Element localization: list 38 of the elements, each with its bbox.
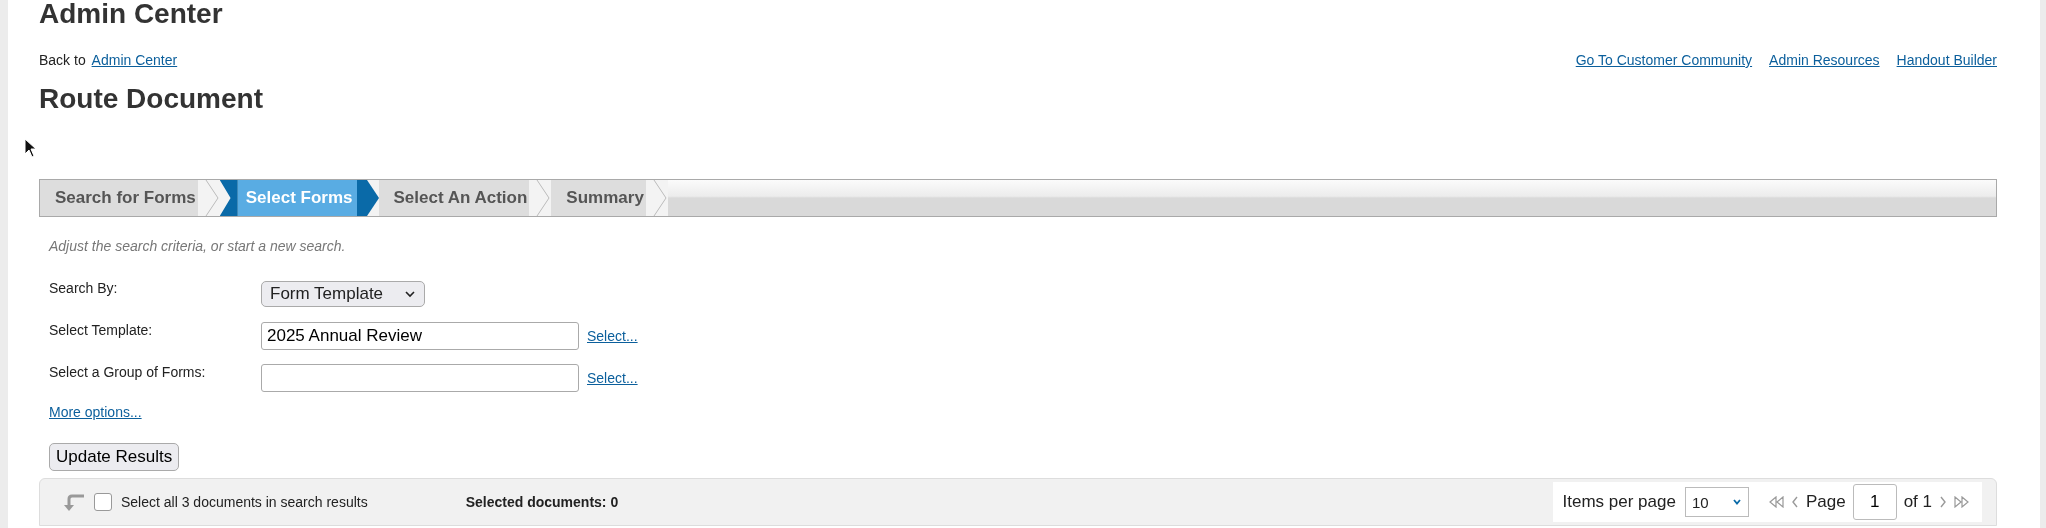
field-label: Search By: [48, 280, 119, 296]
page-heading: Admin Center [39, 0, 224, 30]
input-field[interactable] [261, 364, 579, 392]
select-all-label: Select all 3 documents in search results [121, 494, 368, 510]
items-per-page-dropdown[interactable]: 10 [1684, 487, 1749, 517]
header-link[interactable]: Handout Builder [1896, 52, 1997, 68]
field-label: Select Template: [48, 322, 154, 338]
items-per-page-label: Items per page [1562, 492, 1676, 512]
caret-icon [404, 290, 416, 298]
header-link[interactable]: Admin Resources [1769, 52, 1880, 68]
caret-icon [1731, 498, 1742, 506]
select-all-checkbox[interactable] [94, 493, 112, 511]
last-page-icon[interactable] [1954, 496, 1970, 508]
update-results-button[interactable]: Update Results [49, 443, 180, 471]
more-options-link[interactable]: More options... [49, 404, 142, 420]
chevron-icon [356, 180, 379, 216]
mouse-pointer-icon [24, 138, 38, 158]
wizard-step[interactable]: Search for Forms [40, 180, 220, 216]
wizard-step[interactable]: Summary [551, 180, 668, 216]
header-link[interactable]: Go To Customer Community [1575, 52, 1753, 68]
page-number-field[interactable]: 1 [1852, 484, 1897, 520]
select-link[interactable]: Select... [587, 370, 638, 386]
return-arrow-icon[interactable] [64, 492, 86, 512]
back-link[interactable]: Admin Center [91, 52, 178, 68]
hint-text: Adjust the search criteria, or start a new search. [49, 238, 347, 254]
page-count: of 1 [1903, 492, 1932, 512]
page-title: Route Document [39, 82, 264, 116]
first-page-icon[interactable] [1767, 496, 1784, 508]
selected-count: Selected documents: 0 [465, 494, 619, 510]
back-label: Back to [39, 52, 86, 68]
previous-page-icon[interactable] [1790, 496, 1799, 508]
page-label: Page [1805, 492, 1846, 512]
input-field[interactable]: 2025 Annual Review [261, 322, 579, 350]
select-link[interactable]: Select... [587, 328, 638, 344]
search-by-dropdown[interactable]: Form Template [261, 281, 425, 307]
field-label: Select a Group of Forms: [48, 364, 207, 380]
next-page-icon[interactable] [1939, 496, 1947, 508]
wizard-step[interactable]: Select An Action [378, 180, 552, 216]
